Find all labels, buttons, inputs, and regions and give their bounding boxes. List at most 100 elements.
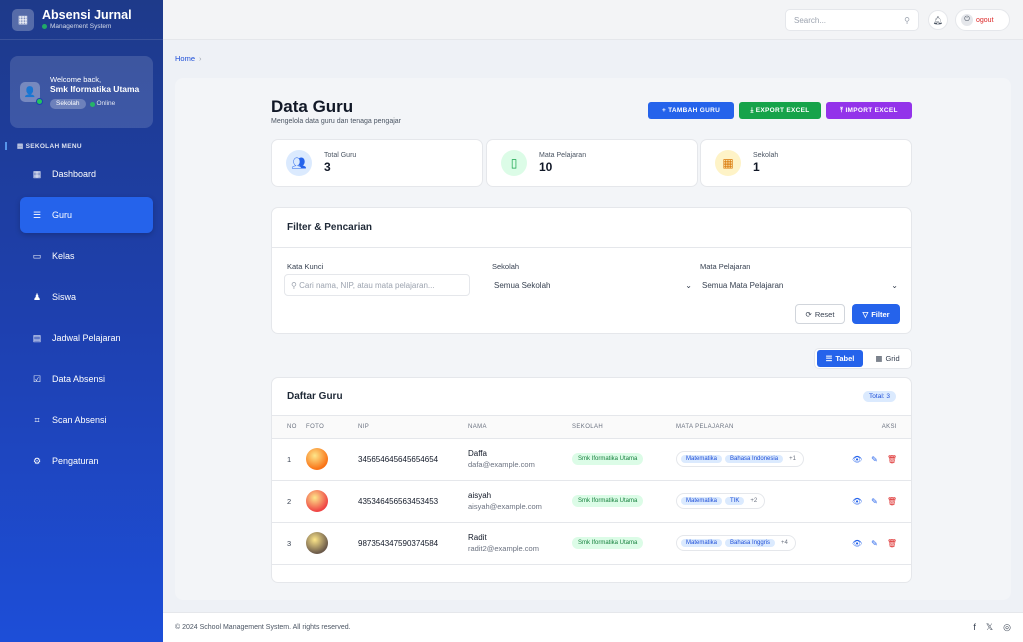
- topbar: Search... ⚲ 🔔︎ ⏻ ogout: [163, 0, 1023, 40]
- school-select[interactable]: Semua Sekolah ⌄: [488, 274, 698, 296]
- sidebar-item-label: Dashboard: [52, 169, 97, 179]
- facebook-icon[interactable]: f: [973, 622, 976, 633]
- menu-item-icon: ▭: [32, 250, 42, 261]
- funnel-icon: ▽: [862, 309, 869, 319]
- sidebar-item-kelas[interactable]: ▭ Kelas: [20, 238, 153, 274]
- subjects-list: Matematika Bahasa Indonesia +1: [676, 451, 804, 467]
- sidebar-item-jadwal-pelajaran[interactable]: ▤ Jadwal Pelajaran: [20, 320, 153, 356]
- subject-badge: Bahasa Indonesia: [725, 455, 784, 463]
- reset-label: Reset: [814, 309, 835, 319]
- table-row: 3 987354347590374584 Radit radit2@example.c…: [272, 522, 911, 565]
- view-icon[interactable]: 👁︎: [852, 455, 862, 464]
- subject-label: Mata Pelajaran: [700, 262, 751, 271]
- sidebar-item-pengaturan[interactable]: ⚙ Pengaturan: [20, 443, 153, 479]
- filter-button[interactable]: ▽ Filter: [852, 304, 900, 324]
- role-badge: Sekolah: [50, 98, 86, 110]
- brand-title: Absensi Jurnal: [42, 8, 132, 23]
- menu-item-icon: ⚙: [32, 455, 42, 466]
- teacher-name: aisyah: [468, 491, 492, 500]
- delete-icon[interactable]: 🗑︎: [887, 455, 897, 464]
- delete-icon[interactable]: 🗑︎: [887, 539, 897, 548]
- online-dot-icon: [89, 101, 95, 107]
- sidebar-item-label: Data Absensi: [52, 374, 106, 384]
- breadcrumb: Home ›: [175, 54, 202, 63]
- export-excel-button[interactable]: ⤓ EXPORT EXCEL: [739, 102, 821, 119]
- breadcrumb-home[interactable]: Home: [175, 54, 195, 63]
- add-teacher-button[interactable]: + TAMBAH GURU: [648, 102, 734, 119]
- logout-label: ogout: [976, 16, 994, 24]
- col-no: NO: [272, 416, 306, 439]
- delete-icon[interactable]: 🗑︎: [887, 497, 897, 506]
- power-icon: ⏻: [961, 14, 973, 26]
- sidebar-item-scan-absensi[interactable]: ⌗ Scan Absensi: [20, 402, 153, 438]
- search-input[interactable]: Search... ⚲: [785, 9, 919, 31]
- col-mata-pelajaran: MATA PELAJARAN: [676, 416, 839, 439]
- online-status: Online: [96, 99, 116, 107]
- more-subjects: +2: [750, 498, 758, 504]
- refresh-icon: ⟳: [805, 309, 812, 319]
- import-excel-button[interactable]: ⤒ IMPORT EXCEL: [826, 102, 912, 119]
- notification-bell-icon[interactable]: 🔔︎: [928, 10, 948, 30]
- school-select-value: Semua Sekolah: [494, 280, 551, 290]
- teacher-photo: [306, 490, 328, 512]
- row-number: 3: [272, 522, 306, 565]
- user-avatar: 👤: [20, 82, 43, 105]
- sidebar-item-label: Guru: [52, 210, 73, 220]
- grid-view-button[interactable]: ▦ Grid: [866, 350, 909, 367]
- subjects-list: Matematika TIK +2: [676, 493, 766, 509]
- sidebar-item-siswa[interactable]: ♟ Siswa: [20, 279, 153, 315]
- teacher-nip: 345654645645654654: [358, 438, 468, 481]
- edit-icon[interactable]: ✎: [871, 455, 878, 464]
- subjects-list: Matematika Bahasa Inggris +4: [676, 535, 796, 551]
- sidebar-item-label: Pengaturan: [52, 456, 99, 466]
- sidebar: ▦ Absensi Jurnal Management System 👤 Wel…: [0, 0, 163, 642]
- table-view-button[interactable]: ☰ Tabel: [817, 350, 863, 367]
- subject-badge: Matematika: [681, 497, 723, 505]
- view-toggle: ☰ Tabel ▦ Grid: [814, 348, 912, 369]
- keyword-search-input[interactable]: ⚲ Cari nama, NIP, atau mata pelajaran...: [284, 274, 470, 296]
- col-foto: FOTO: [306, 416, 358, 439]
- teacher-email: radit2@example.com: [468, 544, 539, 553]
- brand[interactable]: ▦ Absensi Jurnal Management System: [0, 0, 163, 40]
- clipboard-icon: ▯: [501, 150, 527, 176]
- teacher-name: Radit: [468, 533, 487, 542]
- reset-button[interactable]: ⟳ Reset: [795, 304, 845, 324]
- school-label: Sekolah: [492, 262, 520, 271]
- logout-button[interactable]: ⏻ ogout: [955, 9, 1010, 31]
- search-icon: ⚲: [291, 280, 300, 290]
- footer: © 2024 School Management System. All rig…: [163, 612, 1023, 642]
- col-sekolah: SEKOLAH: [572, 416, 676, 439]
- col-nip: NIP: [358, 416, 468, 439]
- more-subjects: +4: [781, 540, 788, 546]
- page-subtitle: Mengelola data guru dan tenaga pengajar: [271, 118, 401, 125]
- stat-label: Mata Pelajaran: [539, 152, 587, 159]
- stat-value: 1: [753, 160, 760, 174]
- brand-subtitle: Management System: [50, 22, 112, 30]
- row-number: 1: [272, 438, 306, 481]
- filter-label: Filter: [871, 309, 890, 319]
- menu-item-icon: ☰: [32, 209, 42, 220]
- teacher-table: NO FOTO NIP NAMA SEKOLAH MATA PELAJARAN …: [272, 416, 911, 565]
- col-nama: NAMA: [468, 416, 572, 439]
- teacher-email: dafa@example.com: [468, 460, 535, 469]
- sidebar-item-guru[interactable]: ☰ Guru: [20, 197, 153, 233]
- page-title: Data Guru: [271, 97, 354, 116]
- stat-card-sekolah: ▦ Sekolah 1: [700, 139, 912, 187]
- sidebar-item-data-absensi[interactable]: ☑ Data Absensi: [20, 361, 153, 397]
- twitter-icon[interactable]: 𝕏: [986, 622, 993, 633]
- view-icon[interactable]: 👁︎: [852, 539, 862, 548]
- subject-badge: TIK: [725, 497, 745, 505]
- stat-card-mata-pelajaran: ▯ Mata Pelajaran 10: [486, 139, 698, 187]
- menu-item-icon: ▦: [32, 168, 42, 179]
- instagram-icon[interactable]: ◎: [1003, 622, 1011, 633]
- menu-item-icon: ⌗: [34, 414, 40, 425]
- subject-select[interactable]: Semua Mata Pelajaran ⌄: [696, 274, 904, 296]
- list-icon: ☰: [825, 354, 833, 363]
- teacher-name: Daffa: [468, 449, 487, 458]
- view-icon[interactable]: 👁︎: [852, 497, 862, 506]
- sidebar-item-dashboard[interactable]: ▦ Dashboard: [20, 156, 153, 192]
- chevron-down-icon: ⌄: [891, 280, 898, 290]
- edit-icon[interactable]: ✎: [871, 539, 878, 548]
- edit-icon[interactable]: ✎: [871, 497, 878, 506]
- search-icon: ⚲: [904, 15, 910, 25]
